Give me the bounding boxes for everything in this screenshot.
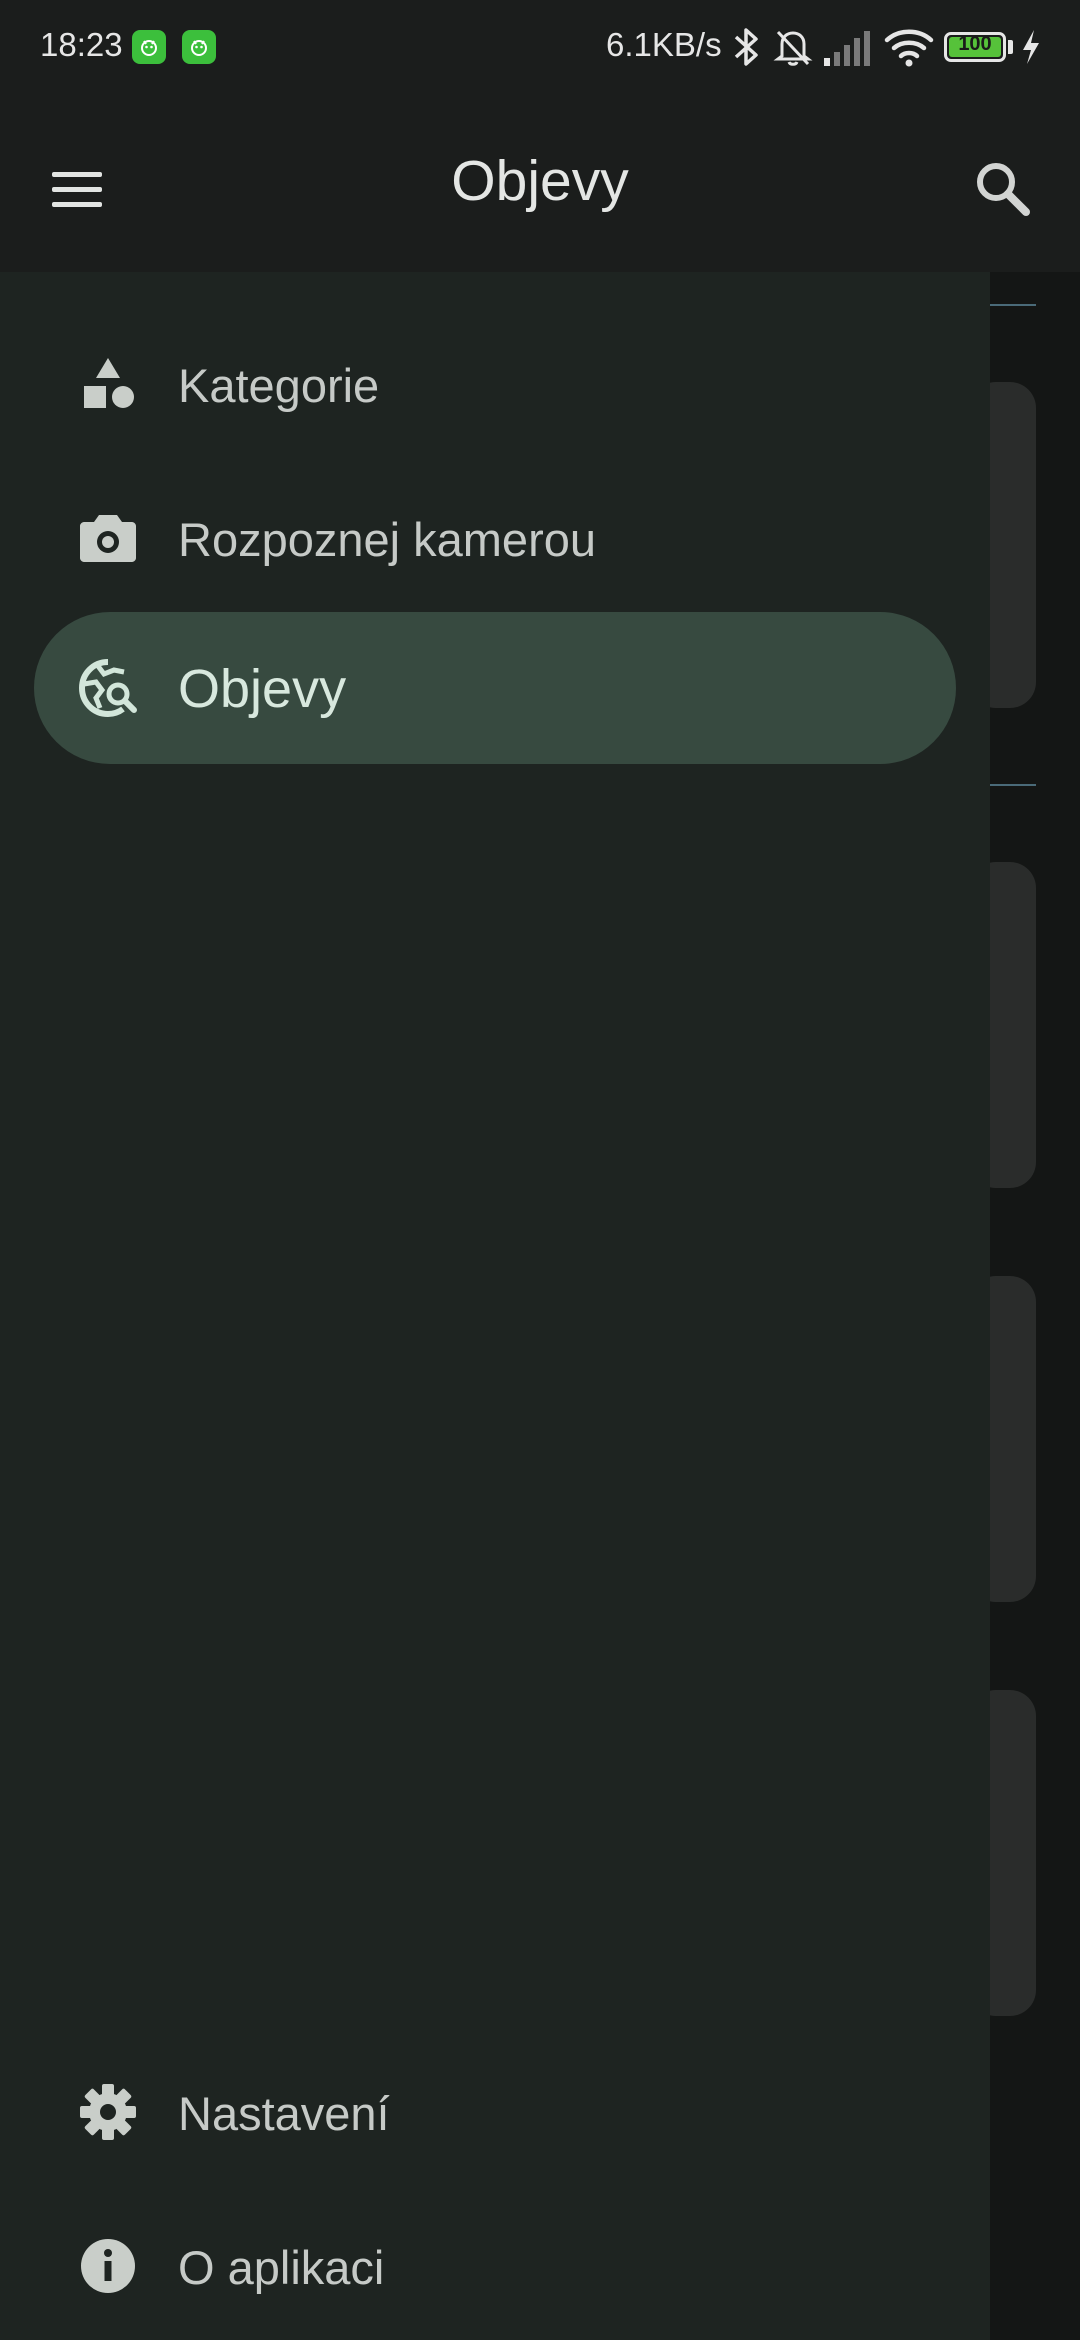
charging-icon [1023, 30, 1039, 64]
battery-indicator: 100 [944, 32, 1006, 62]
signal-icon [824, 31, 870, 66]
status-time: 18:23 [40, 26, 123, 63]
drawer-item-label: O aplikaci [178, 2241, 385, 2294]
app-bar: Objevy [0, 96, 1080, 272]
network-speed: 6.1KB/s [606, 26, 722, 63]
battery-level: 100 [958, 33, 992, 55]
background-divider [990, 304, 1036, 306]
drawer-item-label: Kategorie [178, 359, 380, 412]
wifi-icon [884, 29, 934, 67]
info-icon [81, 2239, 135, 2293]
shapes-icon [84, 358, 134, 408]
notification-app-icon [132, 30, 166, 64]
travel-explore-icon [78, 659, 137, 718]
bluetooth-icon [734, 28, 758, 66]
drawer-item-kategorie[interactable]: Kategorie [34, 308, 956, 460]
drawer-item-objevy[interactable]: Objevy [34, 612, 956, 764]
drawer-item-nastaveni[interactable]: Nastavení [34, 2036, 956, 2188]
drawer-item-label: Rozpoznej kamerou [178, 513, 596, 566]
drawer-item-label: Nastavení [178, 2087, 390, 2140]
page-title: Objevy [451, 149, 629, 213]
screen: 18:23 6.1KB/s 100 Objevy Kategorie Rozpo… [0, 0, 1080, 2340]
notification-app-icon [182, 30, 216, 64]
camera-icon [80, 515, 136, 562]
drawer-item-label: Objevy [178, 659, 347, 719]
drawer-item-o-aplikaci[interactable]: O aplikaci [34, 2190, 956, 2340]
drawer-item-rozpoznej-kamerou[interactable]: Rozpoznej kamerou [34, 462, 956, 614]
navigation-drawer: Kategorie Rozpoznej kamerou Objevy Nasta… [0, 272, 990, 2340]
status-bar: 18:23 6.1KB/s 100 [0, 0, 1080, 96]
search-icon[interactable] [968, 154, 1038, 224]
background-divider [990, 784, 1036, 786]
bell-muted-icon [773, 30, 813, 66]
gear-icon [80, 2084, 136, 2140]
